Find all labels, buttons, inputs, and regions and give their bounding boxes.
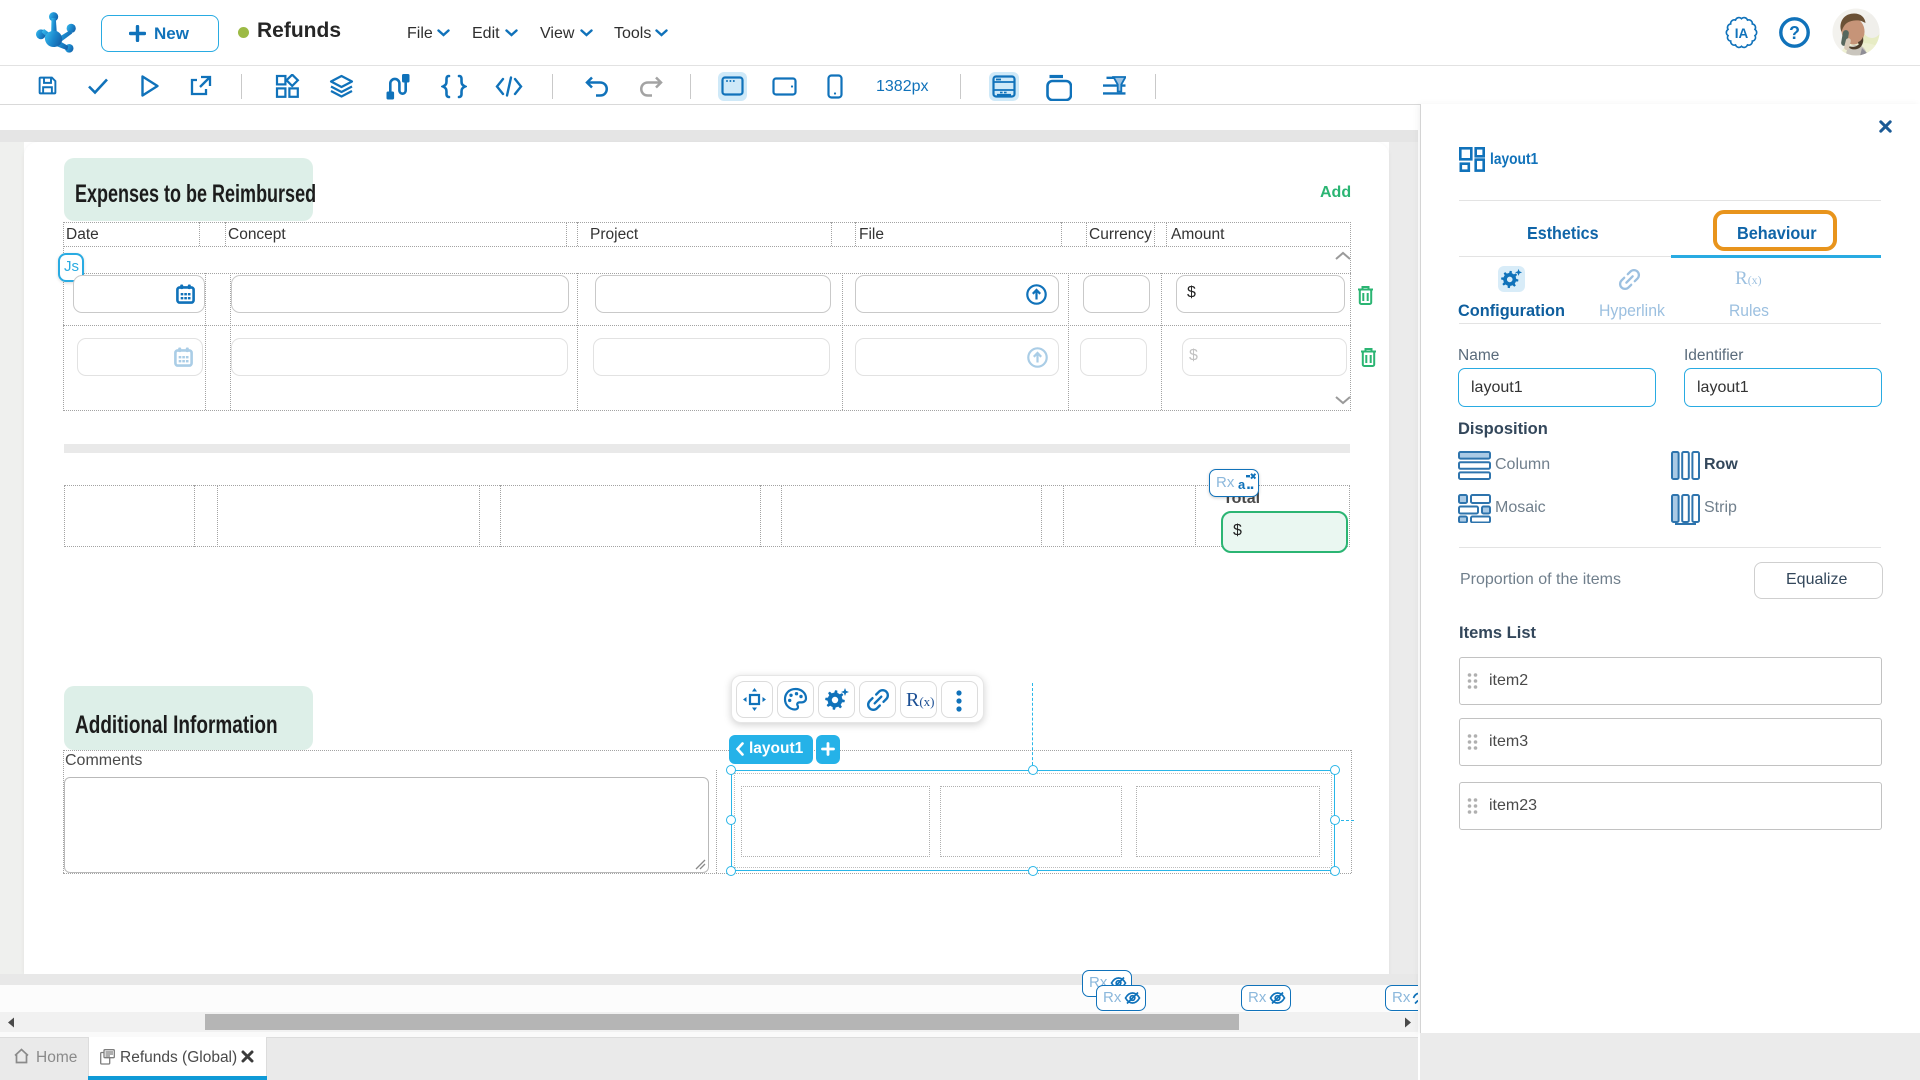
svg-text:IA: IA bbox=[1735, 26, 1749, 41]
svg-text:?: ? bbox=[1789, 23, 1800, 43]
svg-text:a: a bbox=[1238, 477, 1246, 492]
